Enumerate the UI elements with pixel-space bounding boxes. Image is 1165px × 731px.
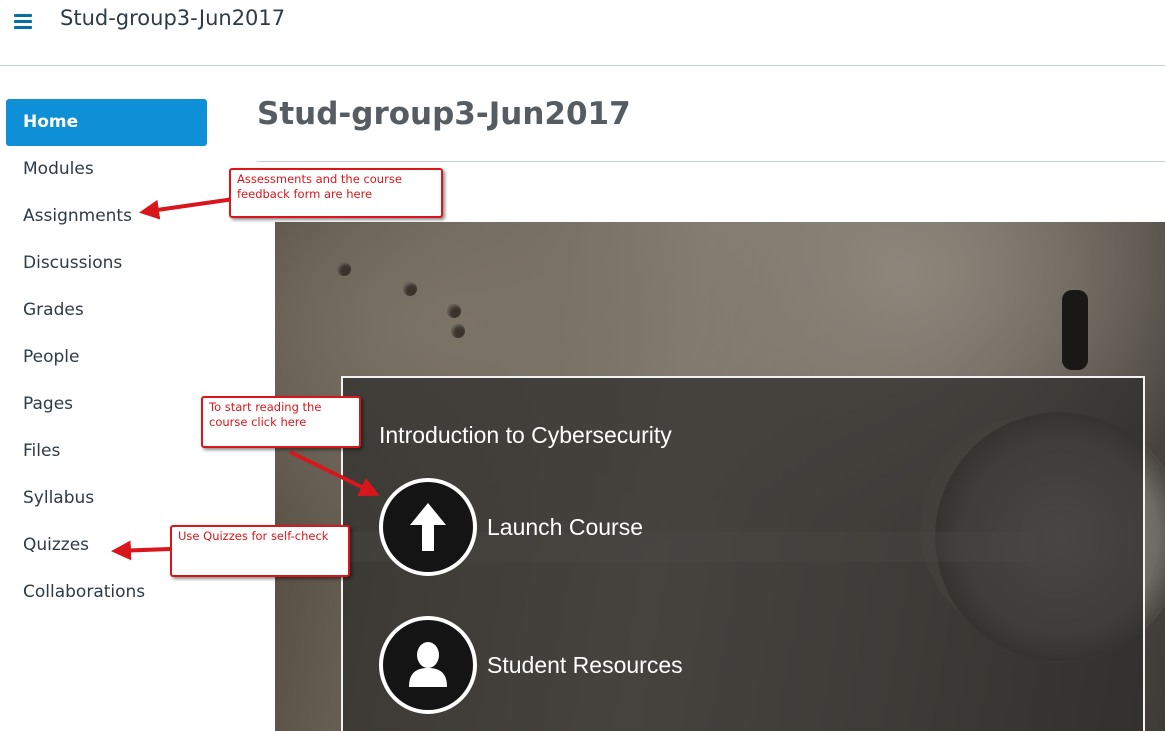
page-title: Stud-group3-Jun2017 bbox=[257, 96, 631, 132]
hamburger-menu-icon[interactable] bbox=[14, 13, 32, 29]
nav-item-people[interactable]: People bbox=[6, 334, 207, 381]
banner-rivet bbox=[337, 262, 351, 276]
nav-item-pages[interactable]: Pages bbox=[6, 381, 207, 428]
nav-item-syllabus[interactable]: Syllabus bbox=[6, 475, 207, 522]
nav-item-files[interactable]: Files bbox=[6, 428, 207, 475]
nav-item-grades[interactable]: Grades bbox=[6, 287, 207, 334]
nav-item-assignments[interactable]: Assignments bbox=[6, 193, 207, 240]
course-banner: Introduction to Cybersecurity Launch Cou… bbox=[275, 222, 1165, 731]
course-heading: Introduction to Cybersecurity bbox=[379, 422, 672, 448]
launch-course-callout: To start reading the course click here bbox=[201, 396, 361, 448]
banner-rivet bbox=[451, 324, 465, 338]
nav-item-home[interactable]: Home bbox=[6, 99, 207, 146]
title-divider bbox=[257, 161, 1165, 162]
top-header: Stud-group3-Jun2017 bbox=[0, 0, 1165, 66]
student-resources-label[interactable]: Student Resources bbox=[487, 652, 683, 679]
banner-overlay-panel: Introduction to Cybersecurity Launch Cou… bbox=[341, 376, 1145, 731]
banner-rivet bbox=[403, 282, 417, 296]
nav-item-modules[interactable]: Modules bbox=[6, 146, 207, 193]
launch-course-label[interactable]: Launch Course bbox=[487, 514, 643, 541]
quizzes-callout: Use Quizzes for self-check bbox=[170, 525, 350, 577]
assignments-callout: Assessments and the course feedback form… bbox=[229, 168, 443, 218]
student-resources-link[interactable]: Student Resources bbox=[379, 616, 683, 714]
banner-rivet bbox=[447, 304, 461, 318]
launch-course-link[interactable]: Launch Course bbox=[379, 478, 643, 576]
nav-item-discussions[interactable]: Discussions bbox=[6, 240, 207, 287]
banner-vault-handle bbox=[1062, 290, 1088, 370]
person-icon[interactable] bbox=[379, 616, 477, 714]
up-arrow-icon[interactable] bbox=[379, 478, 477, 576]
breadcrumb-course[interactable]: Stud-group3-Jun2017 bbox=[60, 6, 285, 30]
